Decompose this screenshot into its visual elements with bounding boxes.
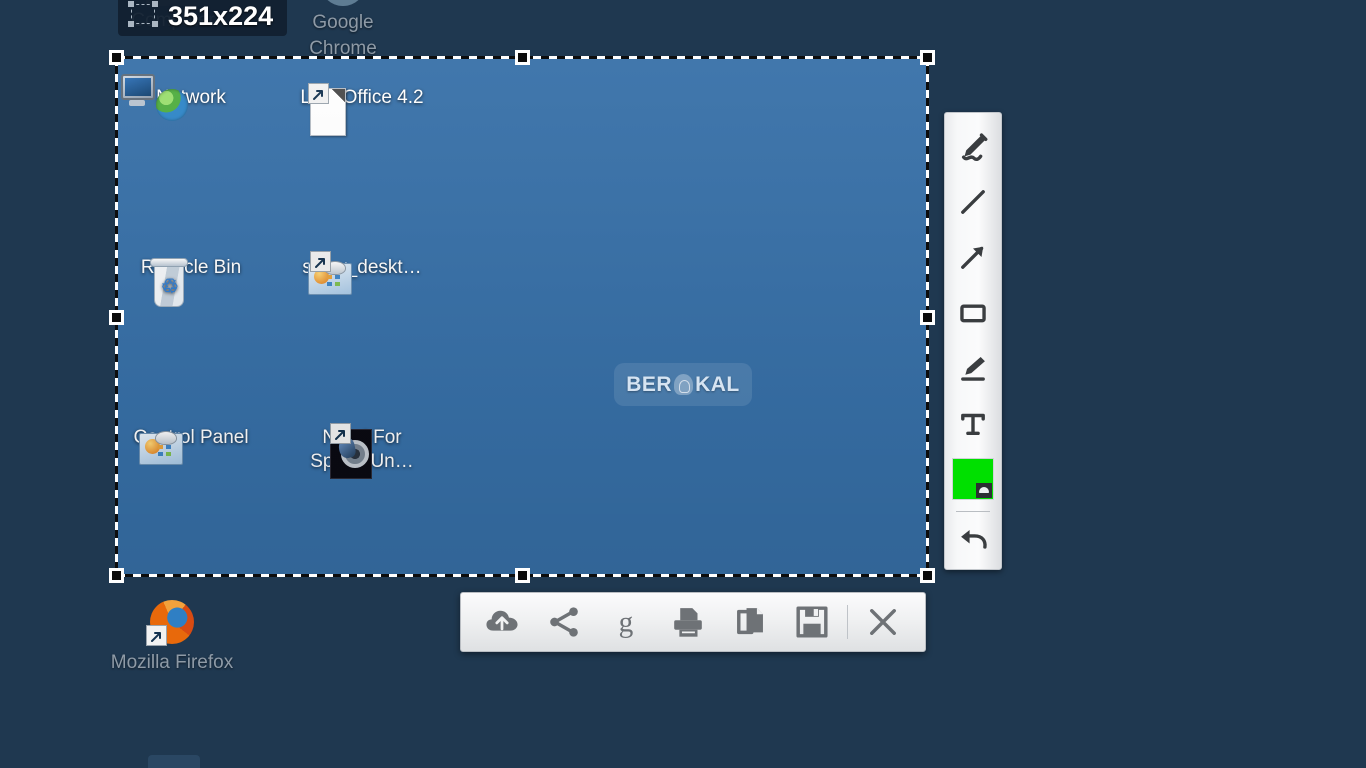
shortcut-arrow-icon bbox=[330, 423, 352, 444]
action-bar-divider bbox=[847, 605, 848, 639]
desktop-icon-partial-bottom[interactable] bbox=[148, 755, 200, 768]
desktop-icon-libreoffice[interactable]: LibreOffice 4.2 bbox=[282, 83, 442, 136]
save-button[interactable] bbox=[781, 598, 843, 646]
shortcut-arrow-icon bbox=[310, 251, 332, 272]
resize-handle-bottom-left[interactable] bbox=[109, 568, 124, 583]
watermark-text-before: BER bbox=[626, 372, 673, 396]
line-tool[interactable] bbox=[948, 174, 998, 229]
annotation-tool-palette[interactable] bbox=[944, 112, 1002, 570]
desktop-icon-label-line2: Chrome bbox=[309, 38, 377, 59]
undo-tool[interactable] bbox=[948, 514, 998, 569]
print-button[interactable] bbox=[657, 598, 719, 646]
google-button[interactable]: g bbox=[595, 598, 657, 646]
desktop-icon-label-line1: Google bbox=[312, 12, 374, 33]
desktop-icon-firefox[interactable]: Mozilla Firefox bbox=[97, 598, 247, 674]
watermark-badge: BER KAL bbox=[614, 363, 752, 406]
upload-cloud-button[interactable] bbox=[471, 598, 533, 646]
capture-action-bar[interactable]: g bbox=[460, 592, 926, 652]
chrome-icon bbox=[320, 0, 366, 6]
resize-handle-middle-right[interactable] bbox=[920, 310, 935, 325]
selection-marquee-icon bbox=[128, 1, 158, 27]
resize-handle-bottom-right[interactable] bbox=[920, 568, 935, 583]
freehand-pencil-tool[interactable] bbox=[948, 119, 998, 174]
shortcut-arrow-icon bbox=[308, 83, 330, 104]
berakal-logo-icon bbox=[674, 374, 694, 395]
resize-handle-middle-left[interactable] bbox=[109, 310, 124, 325]
marker-tool[interactable] bbox=[948, 341, 998, 396]
resize-handle-top-left[interactable] bbox=[109, 50, 124, 65]
resize-handle-bottom-center[interactable] bbox=[515, 568, 530, 583]
selection-dimensions-text: 351x224 bbox=[168, 1, 274, 31]
shortcut-arrow-icon bbox=[146, 625, 167, 646]
desktop-icon-recycle-bin[interactable]: ♲ Recycle Bin bbox=[117, 256, 271, 307]
watermark-text-after: KAL bbox=[695, 372, 740, 396]
desktop-icon-network[interactable]: Network bbox=[117, 74, 271, 121]
share-button[interactable] bbox=[533, 598, 595, 646]
desktop-icon-chrome[interactable]: Google Chrome bbox=[268, 0, 418, 62]
color-swatch-tool[interactable] bbox=[948, 451, 998, 506]
copy-button[interactable] bbox=[719, 598, 781, 646]
size-indicator-badge: 351x224 bbox=[118, 0, 288, 36]
swatch-corner-icon bbox=[976, 482, 992, 498]
firefox-icon bbox=[144, 598, 200, 648]
text-tool[interactable] bbox=[948, 396, 998, 451]
resize-handle-top-right[interactable] bbox=[920, 50, 935, 65]
arrow-tool[interactable] bbox=[948, 230, 998, 285]
palette-divider bbox=[956, 510, 990, 512]
desktop-icon-label: Mozilla Firefox bbox=[110, 652, 234, 673]
desktop-icon-control-panel[interactable]: Control Panel bbox=[117, 426, 271, 465]
svg-text:g: g bbox=[619, 607, 634, 639]
rectangle-tool[interactable] bbox=[948, 285, 998, 340]
resize-handle-top-center[interactable] bbox=[515, 50, 530, 65]
desktop-icon-need-for-speed[interactable]: Need For Speed Un… bbox=[282, 423, 442, 479]
selection-region[interactable]: Network LibreOffice 4.2 ♲ Recycle Bin sh… bbox=[117, 58, 927, 575]
close-button[interactable] bbox=[852, 598, 914, 646]
desktop-icon-show-desktop[interactable]: show_deskt… bbox=[282, 251, 442, 295]
color-swatch-green[interactable] bbox=[952, 457, 994, 500]
